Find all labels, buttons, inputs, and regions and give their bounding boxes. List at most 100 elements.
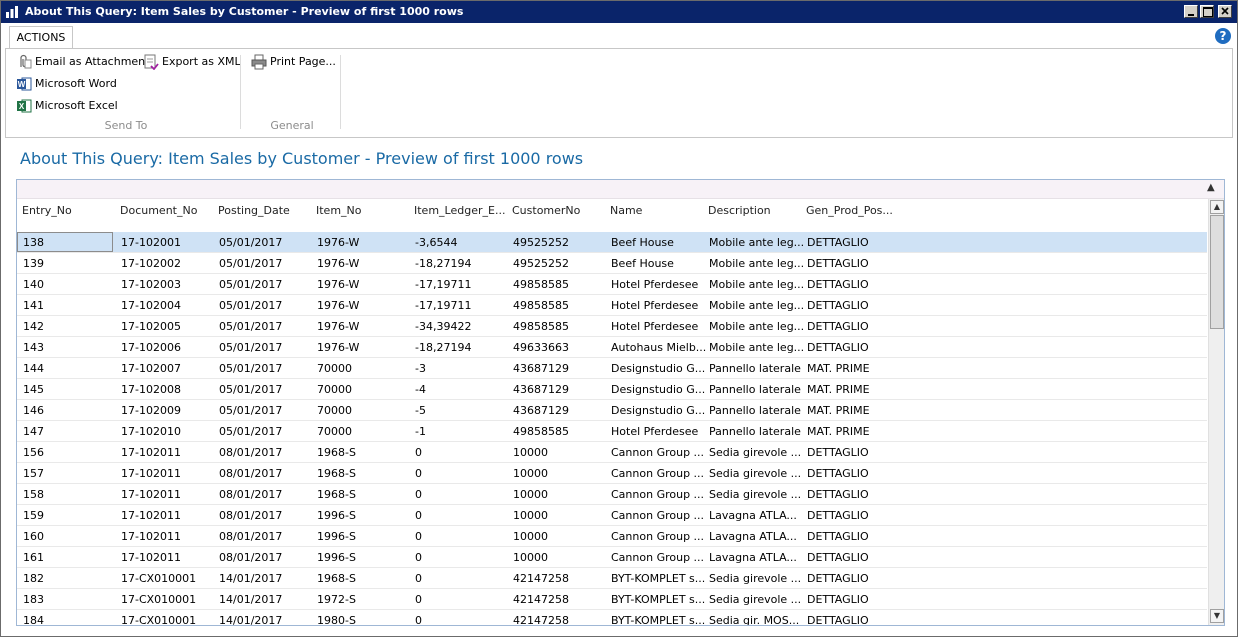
table-row[interactable]: 158 17-102011 08/01/2017 1968-S 0 10000 Cannon…: [17, 484, 1207, 505]
table-cell[interactable]: 49525252: [513, 236, 569, 249]
table-cell[interactable]: 42147258: [513, 572, 569, 585]
column-header[interactable]: Description: [708, 204, 771, 217]
table-cell[interactable]: 10000: [513, 467, 548, 480]
table-cell[interactable]: Beef House: [611, 257, 674, 270]
table-cell[interactable]: BYT-KOMPLET s...: [611, 593, 705, 606]
table-row[interactable]: 156 17-102011 08/01/2017 1968-S 0 10000 Cannon…: [17, 442, 1207, 463]
table-cell[interactable]: MAT. PRIME: [807, 383, 870, 396]
table-row[interactable]: 142 17-102005 05/01/2017 1976-W -34,39422 498…: [17, 316, 1207, 337]
table-row[interactable]: 184 17-CX010001 14/01/2017 1980-S 0 42147258 B…: [17, 610, 1207, 625]
table-cell[interactable]: 17-102007: [121, 362, 181, 375]
table-cell[interactable]: Hotel Pferdesee: [611, 320, 698, 333]
table-cell[interactable]: DETTAGLIO: [807, 593, 869, 606]
table-cell[interactable]: 1976-W: [317, 257, 359, 270]
table-cell[interactable]: -18,27194: [415, 257, 471, 270]
table-cell[interactable]: 1976-W: [317, 278, 359, 291]
table-cell[interactable]: 17-102002: [121, 257, 181, 270]
table-cell[interactable]: 156: [23, 446, 44, 459]
table-cell[interactable]: Mobile ante leg...: [709, 341, 804, 354]
table-cell[interactable]: 139: [23, 257, 44, 270]
table-cell[interactable]: BYT-KOMPLET s...: [611, 572, 705, 585]
table-cell[interactable]: Cannon Group ...: [611, 509, 704, 522]
column-header[interactable]: Name: [610, 204, 642, 217]
table-cell[interactable]: Mobile ante leg...: [709, 236, 804, 249]
help-icon[interactable]: ?: [1215, 28, 1231, 44]
table-row[interactable]: 140 17-102003 05/01/2017 1976-W -17,19711 498…: [17, 274, 1207, 295]
table-row[interactable]: 161 17-102011 08/01/2017 1996-S 0 10000 Cannon…: [17, 547, 1207, 568]
table-cell[interactable]: Sedia girevole ...: [709, 593, 801, 606]
table-cell[interactable]: 145: [23, 383, 44, 396]
table-cell[interactable]: DETTAGLIO: [807, 572, 869, 585]
table-cell[interactable]: 0: [415, 551, 422, 564]
table-cell[interactable]: MAT. PRIME: [807, 362, 870, 375]
scroll-down-icon[interactable]: ▼: [1210, 609, 1224, 623]
table-cell[interactable]: 1996-S: [317, 530, 356, 543]
chevron-up-icon[interactable]: ▲: [1207, 182, 1215, 193]
table-cell[interactable]: 0: [415, 593, 422, 606]
table-cell[interactable]: 10000: [513, 551, 548, 564]
table-cell[interactable]: -3,6544: [415, 236, 457, 249]
table-cell[interactable]: 05/01/2017: [219, 404, 282, 417]
table-cell[interactable]: 17-102001: [121, 236, 181, 249]
table-cell[interactable]: 05/01/2017: [219, 299, 282, 312]
print-page-button[interactable]: Print Page...: [251, 53, 336, 71]
column-header[interactable]: Document_No: [120, 204, 197, 217]
table-cell[interactable]: 70000: [317, 362, 352, 375]
column-header[interactable]: Item_Ledger_E...: [414, 204, 505, 217]
vertical-scrollbar[interactable]: ▲ ▼: [1208, 199, 1224, 625]
table-cell[interactable]: 1996-S: [317, 551, 356, 564]
table-cell[interactable]: 70000: [317, 425, 352, 438]
table-cell[interactable]: 42147258: [513, 593, 569, 606]
table-cell[interactable]: -17,19711: [415, 299, 471, 312]
table-cell[interactable]: Pannello laterale: [709, 383, 801, 396]
table-cell[interactable]: 0: [415, 467, 422, 480]
table-cell[interactable]: 49525252: [513, 257, 569, 270]
table-cell[interactable]: -34,39422: [415, 320, 471, 333]
table-cell[interactable]: 08/01/2017: [219, 467, 282, 480]
table-cell[interactable]: 161: [23, 551, 44, 564]
column-header[interactable]: Item_No: [316, 204, 362, 217]
table-cell[interactable]: BYT-KOMPLET s...: [611, 614, 705, 625]
table-cell[interactable]: 0: [415, 614, 422, 625]
table-cell[interactable]: 17-CX010001: [121, 593, 196, 606]
table-cell[interactable]: 49633663: [513, 341, 569, 354]
table-cell[interactable]: DETTAGLIO: [807, 551, 869, 564]
microsoft-excel-button[interactable]: X Microsoft Excel: [16, 97, 118, 115]
table-cell[interactable]: -18,27194: [415, 341, 471, 354]
table-cell[interactable]: 08/01/2017: [219, 509, 282, 522]
table-cell[interactable]: Hotel Pferdesee: [611, 299, 698, 312]
table-cell[interactable]: 0: [415, 488, 422, 501]
table-cell[interactable]: 1976-W: [317, 320, 359, 333]
column-header[interactable]: CustomerNo: [512, 204, 580, 217]
table-cell[interactable]: 10000: [513, 530, 548, 543]
table-cell[interactable]: 1968-S: [317, 446, 356, 459]
table-cell[interactable]: 14/01/2017: [219, 593, 282, 606]
table-cell[interactable]: 17-102011: [121, 551, 181, 564]
table-cell[interactable]: Sedia girevole ...: [709, 488, 801, 501]
table-cell[interactable]: -3: [415, 362, 426, 375]
column-header[interactable]: Gen_Prod_Pos...: [806, 204, 893, 217]
table-cell[interactable]: 147: [23, 425, 44, 438]
table-cell[interactable]: 142: [23, 320, 44, 333]
table-row[interactable]: 141 17-102004 05/01/2017 1976-W -17,19711 498…: [17, 295, 1207, 316]
table-cell[interactable]: 141: [23, 299, 44, 312]
table-cell[interactable]: DETTAGLIO: [807, 614, 869, 625]
table-cell[interactable]: 17-CX010001: [121, 572, 196, 585]
table-cell[interactable]: 08/01/2017: [219, 551, 282, 564]
table-cell[interactable]: 159: [23, 509, 44, 522]
table-cell[interactable]: DETTAGLIO: [807, 236, 869, 249]
table-cell[interactable]: Cannon Group ...: [611, 551, 704, 564]
table-cell[interactable]: 05/01/2017: [219, 341, 282, 354]
table-cell[interactable]: 1968-S: [317, 488, 356, 501]
table-cell[interactable]: DETTAGLIO: [807, 530, 869, 543]
table-cell[interactable]: 43687129: [513, 404, 569, 417]
table-cell[interactable]: -1: [415, 425, 426, 438]
table-cell[interactable]: 42147258: [513, 614, 569, 625]
table-cell[interactable]: 143: [23, 341, 44, 354]
email-as-attachment-button[interactable]: Email as Attachment: [16, 53, 149, 71]
table-cell[interactable]: 1972-S: [317, 593, 356, 606]
table-cell[interactable]: 182: [23, 572, 44, 585]
table-cell[interactable]: 0: [415, 530, 422, 543]
table-cell[interactable]: 08/01/2017: [219, 446, 282, 459]
table-cell[interactable]: Mobile ante leg...: [709, 257, 804, 270]
